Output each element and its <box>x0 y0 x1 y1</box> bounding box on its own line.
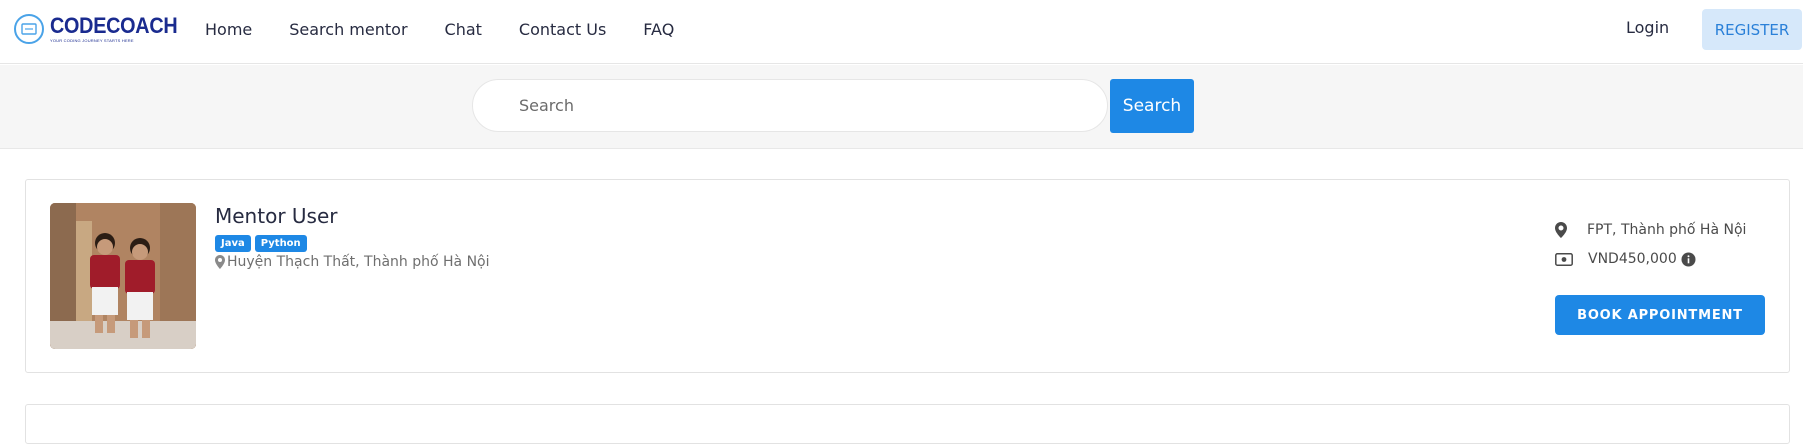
nav-contact-us[interactable]: Contact Us <box>519 20 606 39</box>
register-button[interactable]: REGISTER <box>1702 9 1802 50</box>
mentor-avatar[interactable] <box>50 203 196 349</box>
logo-title: CODECOACH <box>50 13 178 38</box>
workplace-text: FPT, Thành phố Hà Nội <box>1587 222 1747 238</box>
nav-home[interactable]: Home <box>205 20 252 39</box>
map-pin-icon <box>215 255 225 269</box>
logo[interactable]: CODECOACH YOUR CODING JOURNEY STARTS HER… <box>14 12 192 46</box>
mentor-location-text: Huyện Thạch Thất, Thành phố Hà Nội <box>227 254 490 270</box>
mentor-location: Huyện Thạch Thất, Thành phố Hà Nội <box>215 254 490 270</box>
nav-search-mentor[interactable]: Search mentor <box>289 20 407 39</box>
info-icon[interactable] <box>1681 252 1696 267</box>
logo-icon <box>14 14 44 44</box>
logo-tagline: YOUR CODING JOURNEY STARTS HERE <box>50 38 134 43</box>
search-button[interactable]: Search <box>1110 79 1194 133</box>
skill-tag: Python <box>254 235 307 252</box>
nav-chat[interactable]: Chat <box>445 20 482 39</box>
mentor-card: Mentor User Java Python Huyện Thạch Thất… <box>25 179 1790 373</box>
top-navbar: CODECOACH YOUR CODING JOURNEY STARTS HER… <box>0 0 1803 64</box>
nav-faq[interactable]: FAQ <box>643 20 674 39</box>
search-input[interactable] <box>472 79 1108 132</box>
map-marker-icon <box>1555 222 1567 238</box>
mentor-price: VND450,000 <box>1555 251 1696 267</box>
mentor-name[interactable]: Mentor User <box>215 204 337 228</box>
book-appointment-button[interactable]: BOOK APPOINTMENT <box>1555 295 1765 335</box>
money-bill-icon <box>1555 252 1573 266</box>
skill-tags: Java Python <box>215 235 311 252</box>
price-text: VND450,000 <box>1588 251 1677 267</box>
search-bar-section: Search <box>0 65 1803 149</box>
mentor-workplace: FPT, Thành phố Hà Nội <box>1555 222 1746 238</box>
skill-tag: Java <box>215 235 251 252</box>
login-link[interactable]: Login <box>1626 18 1669 37</box>
main-nav: Home Search mentor Chat Contact Us FAQ <box>205 0 711 58</box>
mentor-card <box>25 404 1790 444</box>
